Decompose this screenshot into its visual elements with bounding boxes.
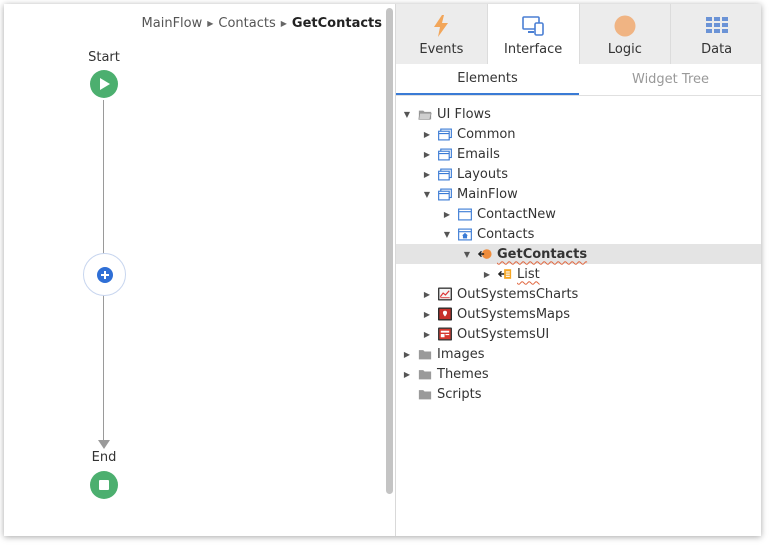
home-screen-icon: [458, 227, 472, 241]
collapse-caret-icon[interactable]: ▶: [402, 369, 412, 379]
tree-item-outsystemsui[interactable]: ▶ OutSystemsUI: [396, 324, 761, 344]
start-node[interactable]: [90, 70, 118, 98]
end-node[interactable]: [90, 471, 118, 499]
tree-item-mainflow[interactable]: ▼ MainFlow: [396, 184, 761, 204]
tree-item-label: Contacts: [477, 226, 535, 242]
collapse-caret-icon[interactable]: ▶: [402, 349, 412, 359]
collapse-caret-icon[interactable]: ▶: [422, 329, 432, 339]
tree-item-layouts[interactable]: ▶ Layouts: [396, 164, 761, 184]
tree-item-label: OutSystemsUI: [457, 326, 550, 342]
tree-item-label: OutSystemsCharts: [457, 286, 579, 302]
collapse-caret-icon[interactable]: ▶: [422, 149, 432, 159]
ui-module-icon: [438, 327, 452, 341]
charts-module-icon: [438, 287, 452, 301]
breadcrumb-mainflow[interactable]: MainFlow: [142, 16, 203, 31]
tree-item-label: Scripts: [437, 386, 482, 402]
screen-icon: [458, 207, 472, 221]
tree-item-scripts[interactable]: Scripts: [396, 384, 761, 404]
collapse-caret-icon[interactable]: ▶: [482, 269, 492, 279]
tab-interface-label: Interface: [504, 42, 563, 57]
tree-item-label: Images: [437, 346, 485, 362]
ui-flow-icon: [438, 127, 452, 141]
tree-item-getcontacts[interactable]: ▼ GetContacts: [396, 244, 761, 264]
breadcrumb-separator-icon: ▶: [280, 19, 287, 28]
folder-icon: [418, 347, 432, 361]
collapse-caret-icon[interactable]: ▶: [422, 289, 432, 299]
tree-item-label: UI Flows: [437, 106, 491, 122]
maps-module-icon: [438, 307, 452, 321]
folder-open-icon: [418, 107, 432, 121]
play-icon: [100, 78, 110, 90]
flow-canvas[interactable]: MainFlow ▶ Contacts ▶ GetContacts Start End: [4, 4, 395, 536]
side-panel: Events Interface Logic Data Elements Wid…: [395, 4, 761, 536]
tree-item-label: ContactNew: [477, 206, 556, 222]
add-node-drop-target[interactable]: [83, 253, 126, 296]
expand-caret-icon[interactable]: ▼: [462, 249, 472, 259]
folder-icon: [418, 387, 432, 401]
tab-events[interactable]: Events: [396, 4, 488, 64]
tab-logic-label: Logic: [607, 42, 642, 57]
breadcrumb: MainFlow ▶ Contacts ▶ GetContacts: [142, 16, 382, 31]
expand-caret-icon[interactable]: ▼: [402, 109, 412, 119]
tree-item-label: Themes: [437, 366, 489, 382]
devices-icon: [522, 16, 544, 36]
sub-tabs: Elements Widget Tree: [396, 64, 761, 96]
expand-caret-icon[interactable]: ▼: [422, 189, 432, 199]
tree-item-outsystemsmaps[interactable]: ▶ OutSystemsMaps: [396, 304, 761, 324]
ui-flow-icon: [438, 167, 452, 181]
tree-item-contactnew[interactable]: ▶ ContactNew: [396, 204, 761, 224]
tree-item-label: Layouts: [457, 166, 508, 182]
tree-item-images[interactable]: ▶ Images: [396, 344, 761, 364]
data-action-icon: [478, 247, 492, 261]
lightning-icon: [434, 15, 449, 37]
tab-data-label: Data: [701, 42, 733, 57]
tree-item-outsystemscharts[interactable]: ▶ OutSystemsCharts: [396, 284, 761, 304]
add-icon[interactable]: [96, 266, 113, 283]
tree-item-label: Emails: [457, 146, 500, 162]
breadcrumb-current: GetContacts: [291, 16, 382, 31]
canvas-scrollbar[interactable]: [386, 8, 393, 494]
start-label: Start: [88, 50, 120, 65]
main-tabs: Events Interface Logic Data: [396, 4, 761, 64]
app-frame: MainFlow ▶ Contacts ▶ GetContacts Start End …: [4, 4, 761, 536]
tree-item-label: GetContacts: [497, 246, 588, 262]
tree-item-themes[interactable]: ▶ Themes: [396, 364, 761, 384]
collapse-caret-icon[interactable]: ▶: [422, 309, 432, 319]
tree-item-label: MainFlow: [457, 186, 518, 202]
logic-icon: [614, 15, 636, 37]
breadcrumb-separator-icon: ▶: [207, 19, 214, 28]
stop-icon: [99, 480, 109, 490]
ui-flow-icon: [438, 147, 452, 161]
collapse-caret-icon[interactable]: ▶: [422, 169, 432, 179]
collapse-caret-icon[interactable]: ▶: [442, 209, 452, 219]
ui-flow-icon: [438, 187, 452, 201]
tree-item-common[interactable]: ▶ Common: [396, 124, 761, 144]
expand-caret-icon[interactable]: ▼: [442, 229, 452, 239]
data-grid-icon: [705, 17, 728, 33]
tree-item-label: OutSystemsMaps: [457, 306, 571, 322]
elements-tree: ▼ UI Flows ▶ Common ▶ Emails ▶ Layouts ▼ MainFlow…: [396, 104, 761, 404]
breadcrumb-contacts[interactable]: Contacts: [218, 16, 275, 31]
tree-item-label: List: [517, 266, 540, 282]
end-label: End: [91, 450, 117, 465]
collapse-caret-icon[interactable]: ▶: [422, 129, 432, 139]
tab-interface[interactable]: Interface: [487, 4, 580, 64]
tab-widget-tree[interactable]: Widget Tree: [579, 64, 761, 95]
tab-events-label: Events: [419, 42, 464, 57]
tree-item-ui-flows[interactable]: ▼ UI Flows: [396, 104, 761, 124]
folder-icon: [418, 367, 432, 381]
tree-item-list[interactable]: ▶ List: [396, 264, 761, 284]
output-list-icon: [498, 267, 512, 281]
tab-logic[interactable]: Logic: [580, 4, 672, 64]
tab-elements[interactable]: Elements: [396, 64, 579, 95]
tab-data[interactable]: Data: [671, 4, 761, 64]
tree-item-contacts[interactable]: ▼ Contacts: [396, 224, 761, 244]
flow-arrow-icon: [98, 440, 110, 449]
tree-item-emails[interactable]: ▶ Emails: [396, 144, 761, 164]
tree-item-label: Common: [457, 126, 516, 142]
